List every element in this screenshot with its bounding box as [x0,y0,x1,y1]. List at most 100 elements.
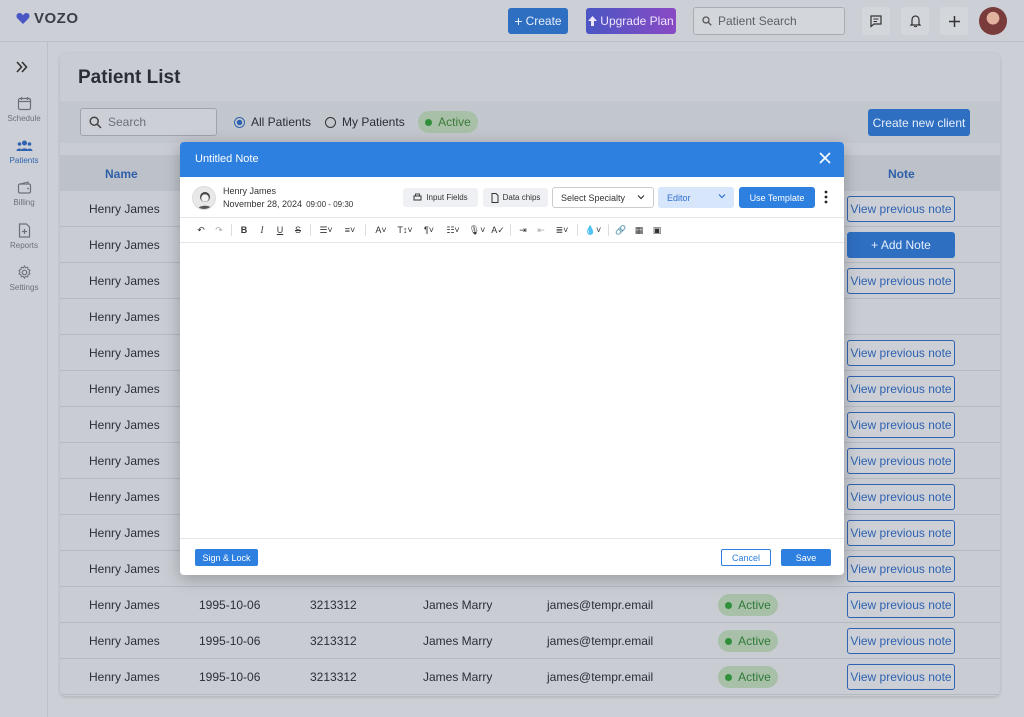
note-date-time: November 28, 2024 09:00 - 09:30 [223,199,353,209]
wallet-icon [17,181,31,194]
microphone-icon[interactable]: 🎙˅ [465,222,489,238]
italic-icon[interactable]: I [253,222,271,238]
align-icon[interactable]: ≡˅ [338,222,362,238]
divider [180,217,844,218]
search-icon [702,16,712,26]
view-previous-note-button[interactable]: View previous note [847,448,955,474]
underline-icon[interactable]: U [271,222,289,238]
table-row[interactable]: Henry James 1995-10-06 3213312 James Marry j… [60,659,1000,695]
all-patients-label: All Patients [251,115,312,129]
image-icon[interactable]: ▣ [648,222,666,238]
table-icon[interactable]: ▦ [630,222,648,238]
specialty-select[interactable]: Select Specialty [552,187,654,208]
status-label: Active [738,598,771,612]
outdent-icon[interactable]: ⇤ [532,222,550,238]
bullet-list-icon[interactable]: ☰˅ [314,222,338,238]
view-previous-note-button[interactable]: View previous note [847,412,955,438]
more-options-icon[interactable] [821,189,831,205]
view-previous-note-button[interactable]: View previous note [847,664,955,690]
gear-icon [17,265,31,280]
sidebar-item-patients[interactable]: Patients [0,139,48,165]
search-input[interactable]: Search [80,108,217,136]
table-row[interactable]: Henry James 1995-10-06 3213312 James Marry j… [60,587,1000,623]
cell-name: Henry James [89,526,160,540]
expand-sidebar-icon[interactable] [16,60,28,78]
active-filter-toggle[interactable]: Active [418,111,478,133]
view-previous-note-button[interactable]: View previous note [847,484,955,510]
chat-icon [870,15,882,28]
toolbar-separator [365,224,366,236]
heart-logo-icon [16,13,30,24]
upgrade-label: Upgrade Plan [600,14,674,28]
all-patients-radio[interactable]: All Patients [234,115,311,129]
modal-header: Untitled Note [180,142,844,177]
column-header-note: Note [888,167,915,181]
editor-select[interactable]: Editor [658,187,734,208]
bell-icon [909,15,921,28]
user-avatar[interactable] [979,7,1007,35]
cell-name: Henry James [89,382,160,396]
sign-lock-button[interactable]: Sign & Lock [195,549,258,566]
printer-icon [413,193,422,201]
status-dot-icon [725,673,733,681]
text-align-icon[interactable]: ≣˅ [550,222,574,238]
note-editor-area[interactable] [180,243,844,538]
strikethrough-icon[interactable]: S [289,222,307,238]
sidebar-item-reports[interactable]: Reports [0,223,48,250]
input-fields-button[interactable]: Input Fields [403,188,478,207]
messages-button[interactable] [862,7,890,35]
cancel-button[interactable]: Cancel [721,549,771,566]
view-previous-note-button[interactable]: View previous note [847,376,955,402]
my-patients-radio[interactable]: My Patients [325,115,405,129]
calendar-icon [17,97,31,111]
cell-contact: James Marry [423,598,493,612]
add-note-button[interactable]: + Add Note [847,232,955,258]
view-previous-note-button[interactable]: View previous note [847,340,955,366]
logo[interactable]: VOZO [16,10,79,27]
sidebar-item-settings[interactable]: Settings [0,265,48,292]
cell-name: Henry James [89,418,160,432]
column-header-name[interactable]: Name [105,167,138,181]
document-icon [491,192,499,203]
table-row[interactable]: Henry James 1995-10-06 3213312 James Marry j… [60,623,1000,659]
font-size-icon[interactable]: T↕˅ [393,222,417,238]
undo-icon[interactable]: ↶ [192,222,210,238]
view-previous-note-button[interactable]: View previous note [847,268,955,294]
save-button[interactable]: Save [781,549,831,566]
upgrade-plan-button[interactable]: Upgrade Plan [586,8,676,34]
redo-icon[interactable]: ↷ [210,222,228,238]
view-previous-note-button[interactable]: View previous note [847,556,955,582]
highlight-icon[interactable]: 💧˅ [581,222,605,238]
view-previous-note-button[interactable]: View previous note [847,592,955,618]
bold-icon[interactable]: B [235,222,253,238]
sidebar-item-schedule[interactable]: Schedule [0,96,48,123]
cell-dob: 1995-10-06 [199,670,261,684]
sidebar-item-label: Schedule [7,114,41,123]
sidebar-item-label: Reports [9,241,38,250]
cell-contact: James Marry [423,634,493,648]
data-chips-label: Data chips [502,193,541,202]
view-previous-note-button[interactable]: View previous note [847,196,955,222]
data-chips-button[interactable]: Data chips [483,188,548,207]
paragraph-icon[interactable]: ¶˅ [417,222,441,238]
create-new-client-button[interactable]: Create new client [868,109,970,136]
close-icon[interactable] [818,151,832,165]
link-icon[interactable]: 🔗 [612,222,630,238]
logo-text: VOZO [34,10,79,27]
cell-phone: 3213312 [310,598,357,612]
plus-icon [948,15,960,27]
add-button[interactable] [940,7,968,35]
sidebar-item-billing[interactable]: Billing [0,181,48,207]
patient-search-input[interactable]: Patient Search [693,7,845,35]
view-previous-note-button[interactable]: View previous note [847,520,955,546]
view-previous-note-button[interactable]: View previous note [847,628,955,654]
toolbar-separator [231,224,232,236]
line-height-icon[interactable]: ☷˅ [441,222,465,238]
font-color-icon[interactable]: A˅ [369,222,393,238]
create-button[interactable]: + Create [508,8,568,34]
notifications-button[interactable] [901,7,929,35]
sidebar-item-label: Billing [13,198,35,207]
indent-icon[interactable]: ⇥ [514,222,532,238]
use-template-button[interactable]: Use Template [739,187,815,208]
spellcheck-icon[interactable]: A✓ [489,222,507,238]
